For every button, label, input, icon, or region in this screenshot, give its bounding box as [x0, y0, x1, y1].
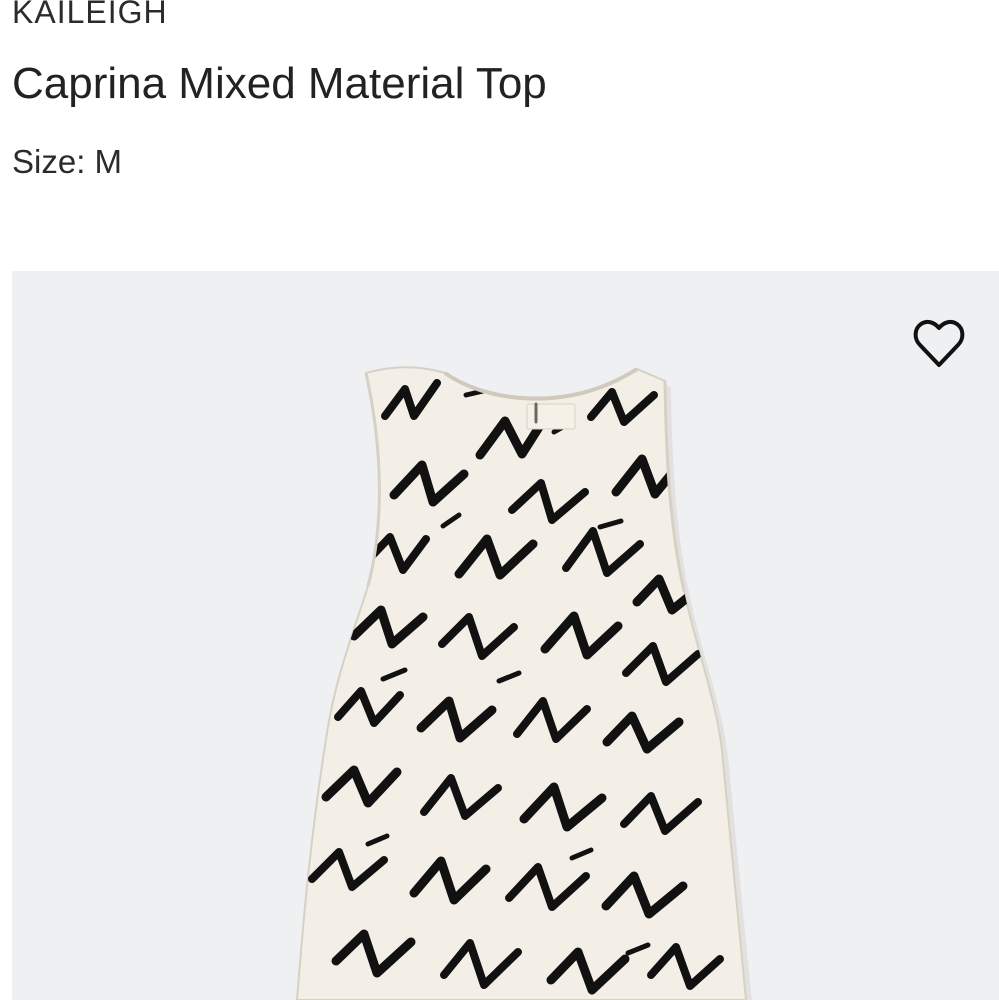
product-title: Caprina Mixed Material Top — [12, 59, 547, 108]
product-image-card — [12, 271, 999, 1000]
favorite-button[interactable] — [909, 313, 969, 373]
product-detail-page: KAILEIGH Caprina Mixed Material Top Size… — [0, 0, 999, 1000]
brand-tag — [526, 403, 576, 430]
size-label: Size: M — [12, 143, 123, 180]
garment-body — [295, 366, 748, 1000]
product-photo — [295, 366, 752, 1000]
brand-name: KAILEIGH — [12, 0, 168, 30]
heart-outline-icon — [913, 319, 965, 367]
